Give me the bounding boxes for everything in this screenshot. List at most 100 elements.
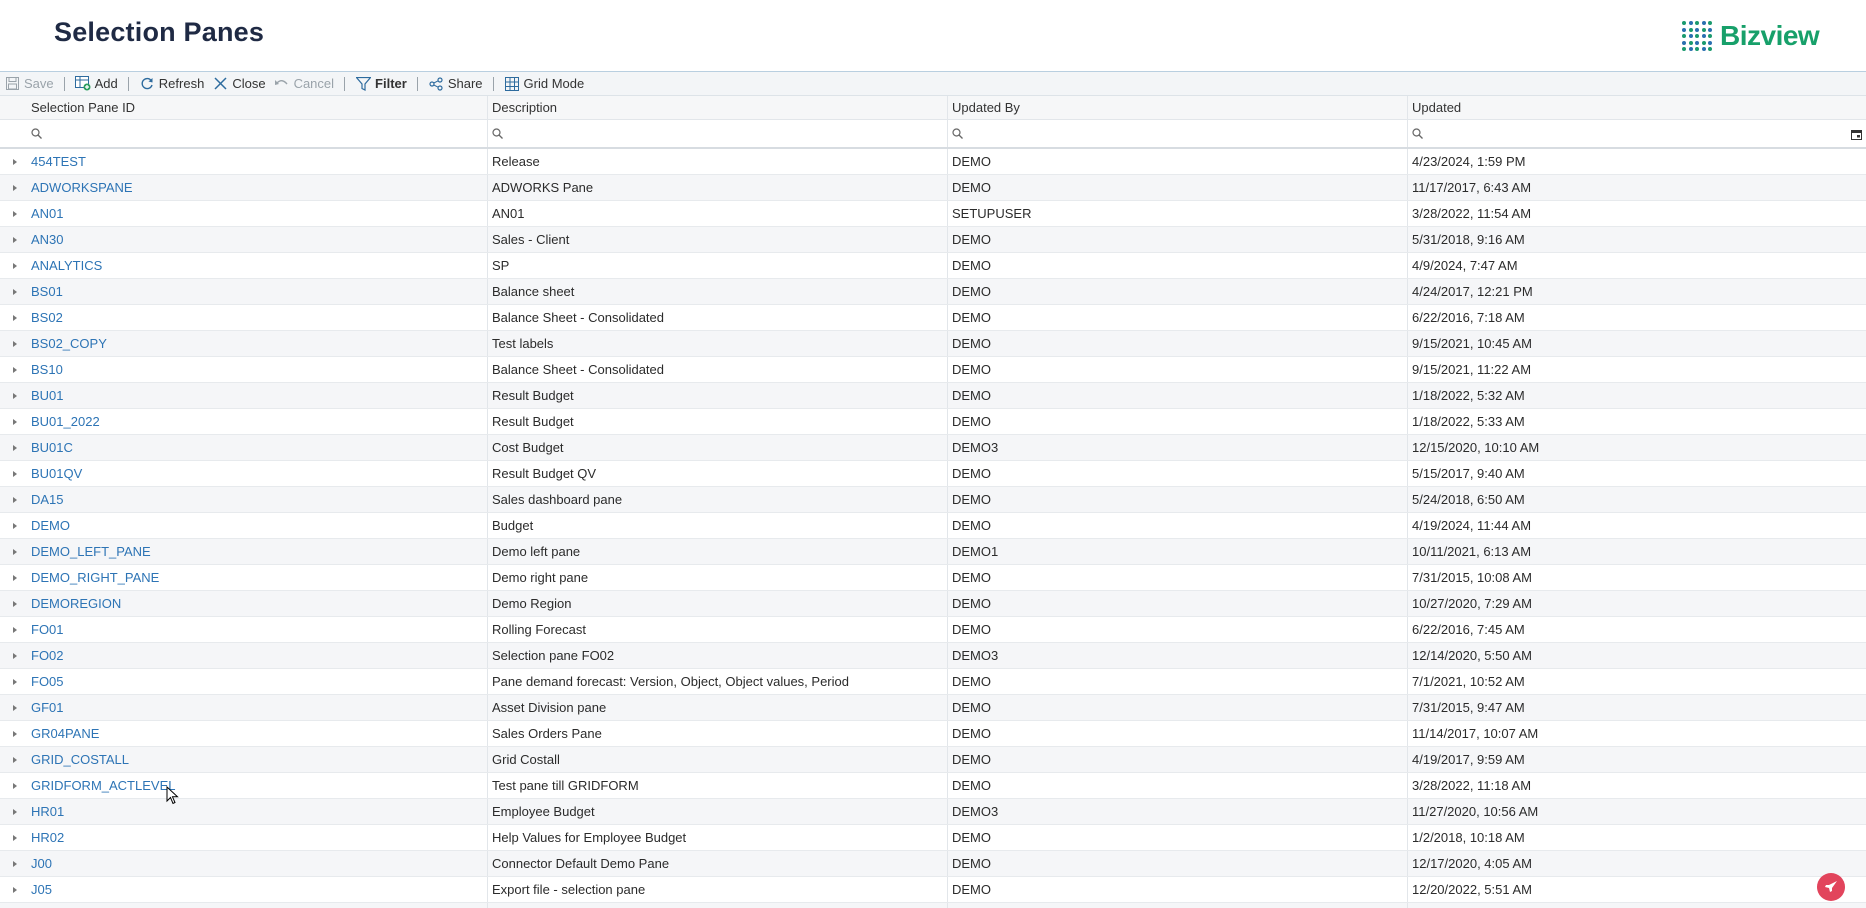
table-row[interactable]: BU01QV Result Budget QV DEMO 5/15/2017, 9:4… xyxy=(0,461,1866,487)
row-expander-icon[interactable] xyxy=(0,773,27,798)
row-expander-icon[interactable] xyxy=(0,903,27,908)
row-expander-icon[interactable] xyxy=(0,487,27,512)
launch-rocket-button[interactable] xyxy=(1817,873,1845,901)
row-expander-icon[interactable] xyxy=(0,461,27,486)
table-row[interactable]: BU01_2022 Result Budget DEMO 1/18/2022, 5:3… xyxy=(0,409,1866,435)
row-expander-icon[interactable] xyxy=(0,175,27,200)
cell-selection-pane-id[interactable]: BU01 xyxy=(27,383,487,408)
row-expander-icon[interactable] xyxy=(0,721,27,746)
cell-selection-pane-id[interactable]: BS10 xyxy=(27,357,487,382)
cell-selection-pane-id[interactable]: DEMO_RIGHT_PANE xyxy=(27,565,487,590)
table-row[interactable]: ANALYTICS SP DEMO 4/9/2024, 7:47 AM xyxy=(0,253,1866,279)
table-row[interactable]: DA15 Sales dashboard pane DEMO 5/24/2018, 6… xyxy=(0,487,1866,513)
table-row[interactable]: GR04PANE Sales Orders Pane DEMO 11/14/2017,… xyxy=(0,721,1866,747)
table-row[interactable]: BS02 Balance Sheet - Consolidated DEMO 6/22… xyxy=(0,305,1866,331)
filter-input-description[interactable] xyxy=(487,120,947,147)
cell-selection-pane-id[interactable]: ANALYTICS xyxy=(27,253,487,278)
close-button[interactable]: Close xyxy=(208,72,269,95)
cell-selection-pane-id[interactable]: DEMO xyxy=(27,513,487,538)
cell-selection-pane-id[interactable]: DEMOREGION xyxy=(27,591,487,616)
table-row[interactable]: ADWORKSPANE ADWORKS Pane DEMO 11/17/2017, 6… xyxy=(0,175,1866,201)
table-row[interactable]: DEMO_RIGHT_PANE Demo right pane DEMO 7/31/2… xyxy=(0,565,1866,591)
filter-input-updated[interactable] xyxy=(1407,120,1866,147)
cancel-button[interactable]: Cancel xyxy=(270,72,338,95)
table-row[interactable]: J00 Connector Default Demo Pane DEMO 12/17/… xyxy=(0,851,1866,877)
filter-input-selection-pane-id[interactable] xyxy=(27,120,487,147)
refresh-button[interactable]: Refresh xyxy=(135,72,209,95)
table-row[interactable]: HR01 Employee Budget DEMO3 11/27/2020, 10:5… xyxy=(0,799,1866,825)
table-row[interactable]: HR02 Help Values for Employee Budget DEMO 1… xyxy=(0,825,1866,851)
table-row[interactable]: BU01C Cost Budget DEMO3 12/15/2020, 10:10 A… xyxy=(0,435,1866,461)
row-expander-icon[interactable] xyxy=(0,253,27,278)
cell-selection-pane-id[interactable]: GF01 xyxy=(27,695,487,720)
share-button[interactable]: Share xyxy=(424,72,487,95)
cell-selection-pane-id[interactable]: HR01 xyxy=(27,799,487,824)
cell-selection-pane-id[interactable]: BU01QV xyxy=(27,461,487,486)
row-expander-icon[interactable] xyxy=(0,331,27,356)
cell-selection-pane-id[interactable]: ADWORKSPANE xyxy=(27,175,487,200)
cell-selection-pane-id[interactable]: J10PANE xyxy=(27,903,487,908)
row-expander-icon[interactable] xyxy=(0,825,27,850)
table-row[interactable]: J05 Export file - selection pane DEMO 12/20… xyxy=(0,877,1866,903)
table-row[interactable]: DEMO_LEFT_PANE Demo left pane DEMO1 10/11/2… xyxy=(0,539,1866,565)
row-expander-icon[interactable] xyxy=(0,851,27,876)
row-expander-icon[interactable] xyxy=(0,227,27,252)
table-row[interactable]: BU01 Result Budget DEMO 1/18/2022, 5:32 AM xyxy=(0,383,1866,409)
table-row[interactable]: FO01 Rolling Forecast DEMO 6/22/2016, 7:45 … xyxy=(0,617,1866,643)
cell-selection-pane-id[interactable]: BS01 xyxy=(27,279,487,304)
row-expander-icon[interactable] xyxy=(0,669,27,694)
cell-selection-pane-id[interactable]: BU01C xyxy=(27,435,487,460)
table-row[interactable]: 454TEST Release DEMO 4/23/2024, 1:59 PM xyxy=(0,149,1866,175)
save-button[interactable]: Save xyxy=(0,72,58,95)
add-button[interactable]: Add xyxy=(71,72,122,95)
row-expander-icon[interactable] xyxy=(0,279,27,304)
cell-selection-pane-id[interactable]: J05 xyxy=(27,877,487,902)
table-row[interactable]: FO02 Selection pane FO02 DEMO3 12/14/2020, … xyxy=(0,643,1866,669)
cell-selection-pane-id[interactable]: AN01 xyxy=(27,201,487,226)
table-row[interactable]: BS01 Balance sheet DEMO 4/24/2017, 12:21 PM xyxy=(0,279,1866,305)
cell-selection-pane-id[interactable]: BU01_2022 xyxy=(27,409,487,434)
row-expander-icon[interactable] xyxy=(0,747,27,772)
table-row[interactable]: BS10 Balance Sheet - Consolidated DEMO 9/15… xyxy=(0,357,1866,383)
table-row[interactable]: DEMOREGION Demo Region DEMO 10/27/2020, 7:2… xyxy=(0,591,1866,617)
row-expander-icon[interactable] xyxy=(0,513,27,538)
row-expander-icon[interactable] xyxy=(0,201,27,226)
table-row[interactable]: AN01 AN01 SETUPUSER 3/28/2022, 11:54 AM xyxy=(0,201,1866,227)
row-expander-icon[interactable] xyxy=(0,877,27,902)
row-expander-icon[interactable] xyxy=(0,149,27,174)
table-row[interactable]: J10PANEJob J10 paneSETUPUSER3/16/2014, 5… xyxy=(0,903,1866,908)
column-header-updated-by[interactable]: Updated By xyxy=(947,96,1407,119)
table-row[interactable]: GF01 Asset Division pane DEMO 7/31/2015, 9:… xyxy=(0,695,1866,721)
cell-selection-pane-id[interactable]: GRID_COSTALL xyxy=(27,747,487,772)
grid-mode-button[interactable]: Grid Mode xyxy=(500,72,589,95)
row-expander-icon[interactable] xyxy=(0,695,27,720)
cell-selection-pane-id[interactable]: FO01 xyxy=(27,617,487,642)
cell-selection-pane-id[interactable]: BS02_COPY xyxy=(27,331,487,356)
cell-selection-pane-id[interactable]: 454TEST xyxy=(27,149,487,174)
cell-selection-pane-id[interactable]: AN30 xyxy=(27,227,487,252)
cell-selection-pane-id[interactable]: HR02 xyxy=(27,825,487,850)
cell-selection-pane-id[interactable]: FO05 xyxy=(27,669,487,694)
row-expander-icon[interactable] xyxy=(0,617,27,642)
table-row[interactable]: BS02_COPY Test labels DEMO 9/15/2021, 10:45… xyxy=(0,331,1866,357)
row-expander-icon[interactable] xyxy=(0,539,27,564)
row-expander-icon[interactable] xyxy=(0,565,27,590)
row-expander-icon[interactable] xyxy=(0,409,27,434)
column-header-selection-pane-id[interactable]: Selection Pane ID xyxy=(27,96,487,119)
table-row[interactable]: GRID_COSTALL Grid Costall DEMO 4/19/2017, 9… xyxy=(0,747,1866,773)
table-row[interactable]: GRIDFORM_ACTLEVEL Test pane till GRIDFORM… xyxy=(0,773,1866,799)
filter-button[interactable]: Filter xyxy=(351,72,411,95)
row-expander-icon[interactable] xyxy=(0,383,27,408)
row-expander-icon[interactable] xyxy=(0,435,27,460)
table-row[interactable]: DEMO Budget DEMO 4/19/2024, 11:44 AM xyxy=(0,513,1866,539)
cell-selection-pane-id[interactable]: DA15 xyxy=(27,487,487,512)
cell-selection-pane-id[interactable]: BS02 xyxy=(27,305,487,330)
table-row[interactable]: FO05 Pane demand forecast: Version, Objec… xyxy=(0,669,1866,695)
row-expander-icon[interactable] xyxy=(0,357,27,382)
cell-selection-pane-id[interactable]: FO02 xyxy=(27,643,487,668)
row-expander-icon[interactable] xyxy=(0,799,27,824)
cell-selection-pane-id[interactable]: GR04PANE xyxy=(27,721,487,746)
filter-input-updated-by[interactable] xyxy=(947,120,1407,147)
calendar-icon[interactable] xyxy=(1851,129,1862,140)
row-expander-icon[interactable] xyxy=(0,591,27,616)
